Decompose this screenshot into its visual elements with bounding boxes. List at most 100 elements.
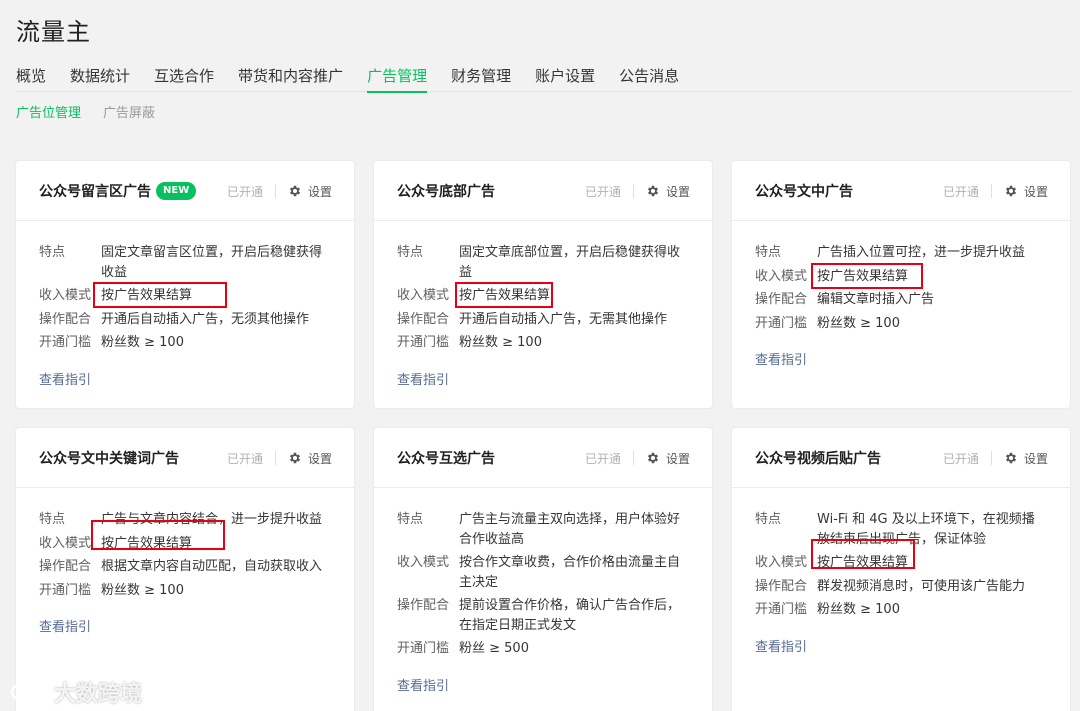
income-label: 收入模式 [755, 555, 808, 570]
gear-icon [1005, 452, 1017, 464]
feature-value: 广告插入位置可控，进一步提升收益 [817, 245, 1026, 260]
threshold-value: 粉丝数 ≥ 100 [817, 602, 900, 617]
operation-value: 编辑文章时插入广告 [817, 292, 935, 307]
divider [274, 451, 276, 465]
feature-label: 特点 [39, 512, 66, 527]
view-guide-link[interactable]: 查看指引 [39, 616, 91, 635]
settings-button[interactable]: 设置 [1004, 183, 1048, 200]
ad-card-keyword: 公众号文中关键词广告 已开通 设置 特点 广告与文章内容结合，进一步提升收益 收入… [15, 427, 355, 711]
tab-ad-management[interactable]: 广告管理 [367, 62, 428, 93]
new-badge: NEW [156, 181, 197, 200]
tab-mutual-selection[interactable]: 互选合作 [154, 62, 214, 92]
threshold-label: 开通门槛 [397, 335, 450, 350]
watermark-logo-icon [10, 681, 49, 701]
subtab-ad-blocking[interactable]: 广告屏蔽 [103, 102, 155, 121]
operation-value: 提前设置合作价格，确认广告合作后，在指定日期正式发文 [459, 598, 681, 633]
card-title: 公众号互选广告 [397, 450, 495, 467]
settings-label: 设置 [1023, 451, 1048, 466]
divider [274, 184, 276, 198]
divider [990, 184, 992, 198]
settings-button[interactable]: 设置 [288, 450, 332, 467]
view-guide-link[interactable]: 查看指引 [397, 369, 449, 388]
settings-button[interactable]: 设置 [646, 450, 690, 467]
status-badge: 已开通 [584, 451, 621, 466]
view-guide-link[interactable]: 查看指引 [397, 675, 449, 694]
tab-finance[interactable]: 财务管理 [451, 62, 511, 92]
sub-tabs: 广告位管理 广告屏蔽 [16, 102, 177, 121]
tab-announcements[interactable]: 公告消息 [619, 62, 679, 92]
operation-label: 操作配合 [397, 311, 450, 327]
operation-value: 群发视频消息时，可使用该广告能力 [817, 578, 1026, 594]
view-guide-link[interactable]: 查看指引 [755, 349, 807, 368]
status-badge: 已开通 [584, 184, 621, 199]
settings-button[interactable]: 设置 [288, 183, 332, 200]
gear-icon [289, 185, 301, 197]
settings-button[interactable]: 设置 [646, 183, 690, 200]
card-title: 公众号文中关键词广告 [39, 450, 179, 467]
income-value: 按合作文章收费，合作价格由流量主自主决定 [459, 555, 681, 590]
ad-card-video-post-roll: 公众号视频后贴广告 已开通 设置 特点 Wi-Fi 和 4G 及以上环境下，在视频… [731, 427, 1071, 711]
status-badge: 已开通 [226, 184, 263, 199]
feature-label: 特点 [755, 245, 782, 260]
gear-icon [289, 452, 301, 464]
ad-card-mutual-selection: 公众号互选广告 已开通 设置 特点 广告主与流量主双向选择，用户体验好合作收益高 … [373, 427, 713, 711]
ad-card-bottom: 公众号底部广告 已开通 设置 特点 固定文章底部位置，开启后稳健获得收益 收入模式… [373, 160, 713, 409]
threshold-value: 粉丝数 ≥ 100 [101, 335, 184, 350]
threshold-label: 开通门槛 [755, 315, 808, 331]
view-guide-link[interactable]: 查看指引 [39, 369, 91, 388]
gear-icon [1005, 185, 1017, 197]
divider [632, 184, 634, 198]
status-badge: 已开通 [942, 451, 979, 466]
income-value: 按广告效果结算 [91, 519, 331, 554]
threshold-value: 粉丝数 ≥ 100 [101, 582, 184, 598]
view-guide-link[interactable]: 查看指引 [755, 636, 807, 655]
feature-label: 特点 [39, 245, 66, 260]
feature-value: Wi-Fi 和 4G 及以上环境下，在视频播放结束后出现广告，保证体验 [817, 512, 1035, 547]
card-header: 公众号文中广告 已开通 设置 [732, 161, 1070, 221]
tab-overview[interactable]: 概览 [16, 62, 46, 92]
ad-card-in-article: 公众号文中广告 已开通 设置 特点 广告插入位置可控，进一步提升收益 收入模式 按广… [731, 160, 1071, 409]
operation-label: 操作配合 [397, 598, 450, 613]
feature-label: 特点 [397, 512, 424, 527]
income-label: 收入模式 [397, 555, 450, 570]
income-label: 收入模式 [39, 288, 92, 303]
settings-button[interactable]: 设置 [1004, 450, 1048, 467]
income-value: 按广告效果结算 [455, 282, 689, 308]
income-label: 收入模式 [755, 268, 808, 284]
settings-label: 设置 [307, 451, 332, 466]
feature-value: 广告与文章内容结合，进一步提升收益 [101, 512, 323, 527]
income-label: 收入模式 [397, 288, 450, 303]
settings-label: 设置 [665, 184, 690, 199]
settings-label: 设置 [1023, 184, 1048, 199]
page-title: 流量主 [16, 18, 91, 46]
card-header: 公众号文中关键词广告 已开通 设置 [16, 428, 354, 488]
card-title: 公众号文中广告 [755, 183, 853, 200]
card-header: 公众号留言区广告 NEW 已开通 设置 [16, 161, 354, 221]
tab-statistics[interactable]: 数据统计 [70, 62, 130, 92]
tab-account-settings[interactable]: 账户设置 [535, 62, 595, 92]
feature-value: 固定文章留言区位置，开启后稳健获得收益 [101, 245, 323, 280]
divider [990, 451, 992, 465]
gear-icon [647, 452, 659, 464]
tab-commerce-promotion[interactable]: 带货和内容推广 [238, 62, 343, 92]
threshold-value: 粉丝 ≥ 500 [459, 641, 529, 656]
card-title: 公众号视频后贴广告 [755, 450, 881, 467]
main-tabs: 概览 数据统计 互选合作 带货和内容推广 广告管理 财务管理 账户设置 公告消息 [16, 62, 1072, 93]
settings-label: 设置 [665, 451, 690, 466]
income-value: 按广告效果结算 [811, 539, 1047, 573]
card-header: 公众号底部广告 已开通 设置 [374, 161, 712, 221]
divider [632, 451, 634, 465]
threshold-value: 粉丝数 ≥ 100 [459, 335, 542, 350]
card-title: 公众号留言区广告 [39, 183, 151, 200]
watermark-text: 大数跨境 [54, 682, 143, 707]
status-badge: 已开通 [942, 184, 979, 199]
feature-label: 特点 [397, 245, 424, 260]
operation-value: 开通后自动插入广告，无须其他操作 [101, 311, 310, 327]
watermark: 大数跨境 [10, 676, 142, 708]
card-title: 公众号底部广告 [397, 183, 495, 200]
threshold-value: 粉丝数 ≥ 100 [817, 315, 900, 331]
income-label: 收入模式 [39, 535, 92, 551]
subtab-ad-slot-management[interactable]: 广告位管理 [16, 102, 81, 121]
income-value: 按广告效果结算 [811, 262, 1047, 289]
feature-value: 广告主与流量主双向选择，用户体验好合作收益高 [459, 512, 681, 547]
